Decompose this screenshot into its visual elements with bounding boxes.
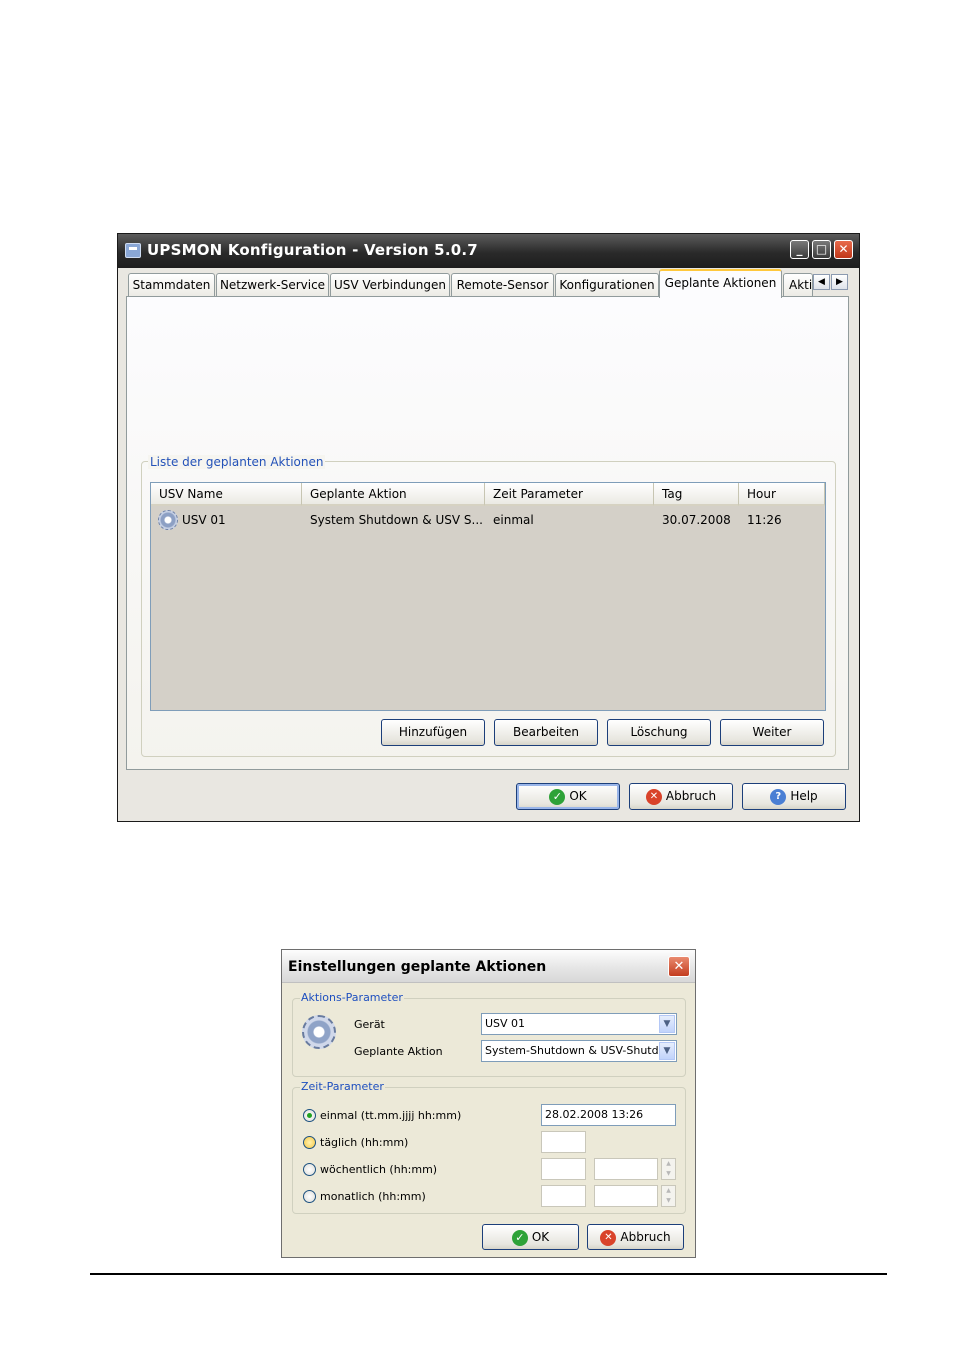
group-label: Liste der geplanten Aktionen bbox=[148, 455, 326, 469]
tab-remote-sensor[interactable]: Remote-Sensor bbox=[451, 273, 554, 296]
aktion-label: Geplante Aktion bbox=[354, 1045, 443, 1058]
cancel-button[interactable]: ✕ Abbruch bbox=[629, 783, 733, 810]
app-icon bbox=[125, 243, 141, 258]
column-header-usv-name[interactable]: USV Name bbox=[151, 483, 302, 506]
cell-hour: 11:26 bbox=[747, 513, 782, 527]
table-row[interactable]: USV 01 System Shutdown & USV S... einmal… bbox=[151, 507, 825, 531]
cell-tag: 30.07.2008 bbox=[662, 513, 731, 527]
radio-woechentlich[interactable] bbox=[303, 1163, 316, 1176]
dialog-title-bar[interactable]: Einstellungen geplante Aktionen ✕ bbox=[282, 950, 695, 983]
monatlich-spinner[interactable]: ▲ ▼ bbox=[661, 1185, 676, 1207]
tab-aktionen-truncated[interactable]: Akti bbox=[783, 273, 813, 296]
scroll-right-icon[interactable]: ▶ bbox=[831, 274, 848, 290]
title-bar[interactable]: UPSMON Konfiguration - Version 5.0.7 _ □… bbox=[118, 234, 859, 268]
aktions-parameter-label: Aktions-Parameter bbox=[300, 991, 404, 1004]
tab-netzwerk-service[interactable]: Netzwerk-Service bbox=[216, 273, 329, 296]
settings-dialog: Einstellungen geplante Aktionen ✕ Aktion… bbox=[281, 949, 696, 1258]
help-icon: ? bbox=[770, 788, 787, 805]
geraet-select[interactable]: USV 01 ▼ bbox=[481, 1013, 677, 1035]
dialog-close-icon[interactable]: ✕ bbox=[668, 956, 690, 977]
close-icon[interactable]: ✕ bbox=[834, 240, 853, 259]
geraet-value: USV 01 bbox=[485, 1017, 526, 1030]
check-icon: ✓ bbox=[511, 1229, 528, 1246]
dialog-title: Einstellungen geplante Aktionen bbox=[288, 959, 547, 975]
aktion-value: System-Shutdown & USV-Shutdo bbox=[485, 1044, 666, 1057]
schedule-gear-icon bbox=[158, 510, 178, 530]
zeit-parameter-label: Zeit-Parameter bbox=[300, 1080, 385, 1093]
delete-button[interactable]: Löschung bbox=[607, 719, 711, 746]
woechentlich-label[interactable]: wöchentlich (hh:mm) bbox=[320, 1163, 437, 1176]
column-header-hour[interactable]: Hour bbox=[739, 483, 825, 506]
page-divider bbox=[90, 1273, 887, 1275]
maximize-icon[interactable]: □ bbox=[812, 240, 831, 259]
ok-label: OK bbox=[569, 789, 587, 803]
tab-stammdaten[interactable]: Stammdaten bbox=[128, 273, 215, 296]
scroll-left-icon[interactable]: ◀ bbox=[813, 274, 830, 290]
column-header-tag[interactable]: Tag bbox=[654, 483, 739, 506]
taeglich-label[interactable]: täglich (hh:mm) bbox=[320, 1136, 408, 1149]
cancel-icon: ✕ bbox=[600, 1229, 617, 1246]
aktions-parameter-group bbox=[292, 998, 686, 1077]
monatlich-time-field[interactable] bbox=[541, 1185, 586, 1207]
tab-geplante-aktionen[interactable]: Geplante Aktionen bbox=[659, 269, 782, 298]
chevron-down-icon[interactable]: ▼ bbox=[659, 1015, 675, 1033]
dialog-cancel-button[interactable]: ✕ Abbruch bbox=[587, 1224, 684, 1250]
tab-usv-verbindungen[interactable]: USV Verbindungen bbox=[330, 273, 450, 296]
monatlich-day-field[interactable] bbox=[594, 1185, 658, 1207]
einmal-label[interactable]: einmal (tt.mm.jjjj hh:mm) bbox=[320, 1109, 461, 1122]
column-header-aktion[interactable]: Geplante Aktion bbox=[302, 483, 485, 506]
add-button[interactable]: Hinzufügen bbox=[381, 719, 485, 746]
help-button[interactable]: ? Help bbox=[742, 783, 846, 810]
dialog-cancel-label: Abbruch bbox=[620, 1230, 671, 1244]
edit-button[interactable]: Bearbeiten bbox=[494, 719, 598, 746]
ok-button[interactable]: ✓ OK bbox=[516, 783, 620, 810]
cell-zeit: einmal bbox=[493, 513, 534, 527]
aktion-select[interactable]: System-Shutdown & USV-Shutdo ▼ bbox=[481, 1040, 677, 1062]
taeglich-time-field[interactable] bbox=[541, 1131, 586, 1153]
minimize-icon[interactable]: _ bbox=[790, 240, 809, 259]
settings-gear-icon bbox=[302, 1015, 336, 1049]
dialog-ok-button[interactable]: ✓ OK bbox=[482, 1224, 579, 1250]
radio-taeglich[interactable] bbox=[303, 1136, 316, 1149]
cell-aktion: System Shutdown & USV S... bbox=[310, 513, 483, 527]
woechentlich-spinner[interactable]: ▲ ▼ bbox=[661, 1158, 676, 1180]
radio-einmal[interactable] bbox=[303, 1109, 316, 1122]
radio-monatlich[interactable] bbox=[303, 1190, 316, 1203]
column-header-zeit[interactable]: Zeit Parameter bbox=[485, 483, 654, 506]
einmal-datetime-field[interactable]: 28.02.2008 13:26 bbox=[541, 1104, 676, 1126]
tab-konfigurationen[interactable]: Konfigurationen bbox=[555, 273, 659, 296]
woechentlich-day-field[interactable] bbox=[594, 1158, 658, 1180]
next-button[interactable]: Weiter bbox=[720, 719, 824, 746]
window-title: UPSMON Konfiguration - Version 5.0.7 bbox=[147, 241, 478, 259]
woechentlich-time-field[interactable] bbox=[541, 1158, 586, 1180]
chevron-down-icon[interactable]: ▼ bbox=[659, 1042, 675, 1060]
check-icon: ✓ bbox=[549, 788, 566, 805]
cell-usv-name: USV 01 bbox=[182, 513, 226, 527]
monatlich-label[interactable]: monatlich (hh:mm) bbox=[320, 1190, 426, 1203]
dialog-ok-label: OK bbox=[531, 1230, 550, 1244]
cancel-icon: ✕ bbox=[645, 788, 662, 805]
scheduled-actions-list[interactable]: USV Name Geplante Aktion Zeit Parameter … bbox=[150, 482, 826, 711]
help-label: Help bbox=[790, 789, 818, 803]
geraet-label: Gerät bbox=[354, 1018, 385, 1031]
cancel-label: Abbruch bbox=[665, 789, 717, 803]
